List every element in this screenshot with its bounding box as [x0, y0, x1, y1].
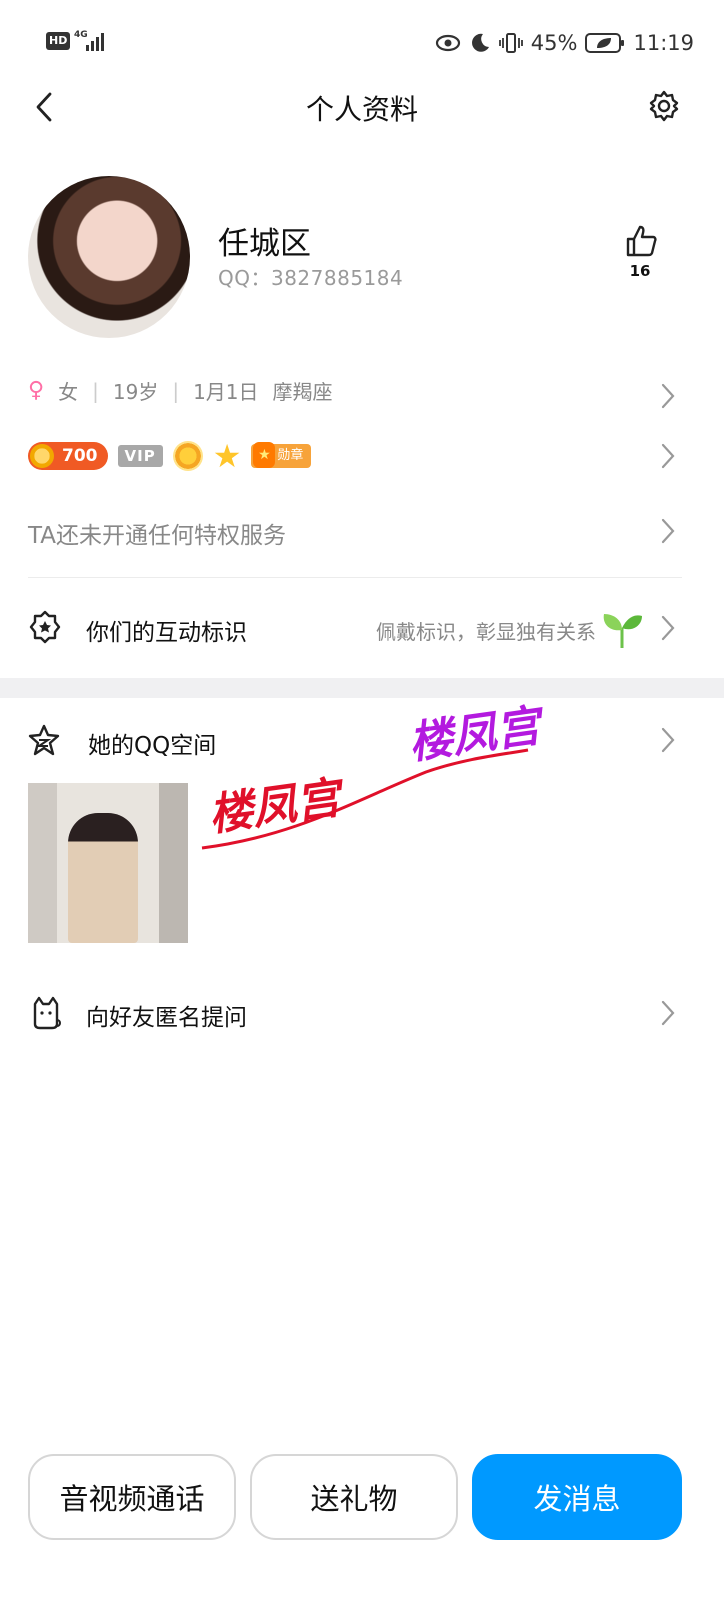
- status-right: 45% 11:19: [435, 26, 694, 60]
- eye-icon: [435, 34, 460, 52]
- section-divider: [0, 678, 724, 698]
- gender: 女: [58, 380, 79, 404]
- hd-badge: HD: [46, 32, 71, 50]
- separator: |: [92, 378, 99, 403]
- badges-row[interactable]: 700 VIP ★ 勋章: [28, 437, 312, 475]
- divider: [28, 577, 682, 578]
- chevron-right-icon[interactable]: [660, 726, 676, 754]
- battery-percent: 45%: [530, 31, 578, 55]
- send-message-button[interactable]: 发消息: [472, 1454, 682, 1540]
- status-bar: HD 4G 45% 11:19: [0, 0, 724, 84]
- coin-badge: 700: [28, 442, 108, 470]
- basic-info-row[interactable]: ♀ 女 | 19岁 | 1月1日 摩羯座: [28, 376, 333, 405]
- female-icon: ♀: [28, 378, 45, 403]
- moon-icon: [471, 33, 489, 52]
- separator: |: [172, 378, 180, 403]
- vip-badge: VIP: [117, 445, 163, 467]
- send-gift-button[interactable]: 送礼物: [250, 1454, 458, 1540]
- signal-icon: [86, 31, 108, 51]
- sun-icon: [172, 441, 203, 471]
- interaction-mark-label[interactable]: 你们的互动标识: [86, 613, 247, 647]
- thumbs-up-icon[interactable]: [624, 224, 658, 258]
- vibrate-icon: [498, 33, 523, 53]
- zodiac: 摩羯座: [272, 380, 333, 404]
- sprout-icon: [603, 614, 642, 648]
- chevron-right-icon[interactable]: [660, 517, 676, 545]
- interaction-mark-hint: 佩戴标识，彰显独有关系: [376, 620, 596, 644]
- chevron-right-icon[interactable]: [660, 999, 676, 1027]
- star-icon: ★: [212, 437, 242, 475]
- medal-badge: 勋章: [251, 442, 312, 468]
- chevron-right-icon[interactable]: [660, 614, 676, 642]
- chevron-right-icon[interactable]: [660, 442, 676, 470]
- gear-icon[interactable]: [648, 90, 680, 122]
- interaction-mark-icon: [29, 610, 61, 644]
- age: 19岁: [112, 380, 159, 404]
- clock: 11:19: [633, 31, 694, 55]
- qzone-star-icon: [28, 724, 60, 756]
- battery-icon: [585, 33, 625, 53]
- qq-number: QQ：3827885184: [218, 266, 404, 290]
- anonymous-ask-label[interactable]: 向好友匿名提问: [86, 998, 247, 1032]
- birthday: 1月1日: [193, 380, 259, 404]
- video-call-button[interactable]: 音视频通话: [28, 1454, 236, 1540]
- cat-icon: [33, 996, 61, 1030]
- photo-figure: [68, 813, 138, 943]
- chevron-right-icon[interactable]: [660, 382, 676, 410]
- profile-name: 任城区: [218, 226, 311, 262]
- privilege-text[interactable]: TA还未开通任何特权服务: [28, 516, 286, 550]
- like-count: 16: [629, 262, 651, 280]
- qzone-photo[interactable]: [28, 783, 188, 943]
- page-title: 个人资料: [305, 93, 418, 126]
- avatar[interactable]: [28, 176, 190, 338]
